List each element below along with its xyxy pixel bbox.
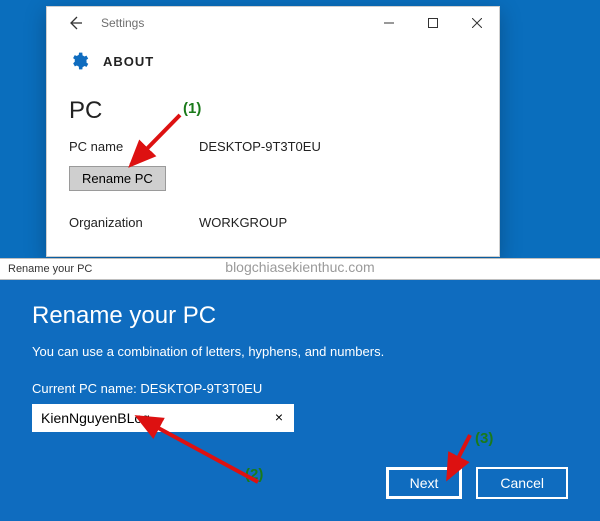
settings-window: Settings ABOUT PC PC name DESKTOP-9T3T0E…: [46, 6, 500, 257]
organization-row: Organization WORKGROUP: [69, 215, 477, 230]
rename-pc-button[interactable]: Rename PC: [69, 166, 166, 191]
pc-name-row: PC name DESKTOP-9T3T0EU: [69, 139, 477, 154]
clear-input-icon[interactable]: ×: [268, 406, 290, 428]
dialog-titlebar: Rename your PC: [0, 258, 600, 280]
dialog-title-text: Rename your PC: [8, 263, 92, 275]
window-titlebar: Settings: [47, 7, 499, 39]
gear-icon: [69, 51, 89, 71]
settings-content: PC PC name DESKTOP-9T3T0EU Rename PC Org…: [47, 83, 499, 230]
back-button[interactable]: [53, 7, 97, 39]
dialog-footer: Next Cancel: [386, 467, 568, 499]
cancel-button[interactable]: Cancel: [476, 467, 568, 499]
pc-name-label: PC name: [69, 139, 199, 154]
dialog-subtext: You can use a combination of letters, hy…: [32, 344, 568, 359]
organization-value: WORKGROUP: [199, 215, 287, 230]
dialog-heading: Rename your PC: [32, 302, 568, 330]
next-button[interactable]: Next: [386, 467, 463, 499]
pc-name-input[interactable]: [32, 404, 294, 432]
window-title: Settings: [101, 16, 144, 30]
pc-heading: PC: [69, 97, 477, 125]
organization-label: Organization: [69, 215, 199, 230]
close-button[interactable]: [455, 7, 499, 39]
minimize-button[interactable]: [367, 7, 411, 39]
pc-name-input-wrapper: ×: [32, 404, 294, 432]
pc-name-value: DESKTOP-9T3T0EU: [199, 139, 321, 154]
settings-header: ABOUT: [47, 39, 499, 83]
maximize-button[interactable]: [411, 7, 455, 39]
rename-pc-dialog: Rename your PC You can use a combination…: [0, 280, 600, 521]
section-title: ABOUT: [103, 54, 154, 69]
current-pc-name-label: Current PC name: DESKTOP-9T3T0EU: [32, 381, 568, 396]
